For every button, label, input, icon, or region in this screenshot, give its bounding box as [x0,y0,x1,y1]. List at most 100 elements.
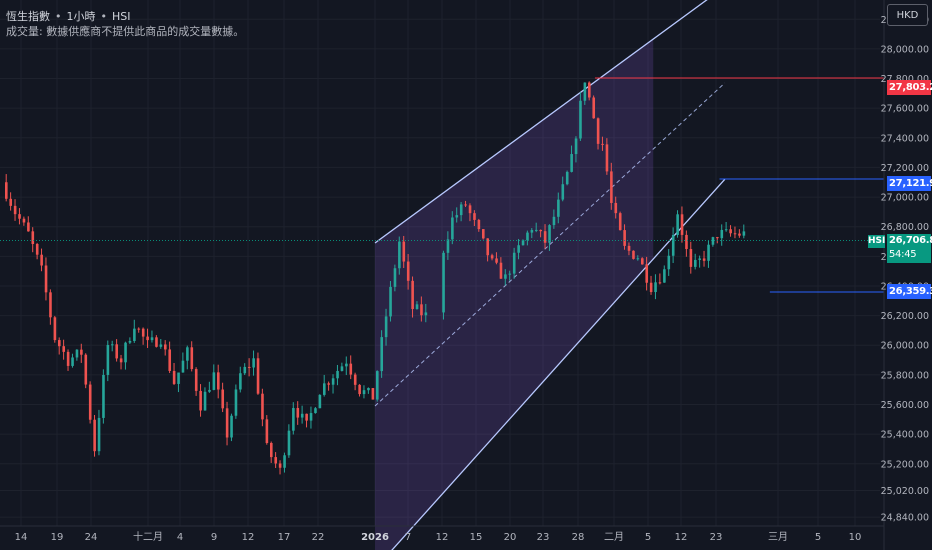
candle [230,413,233,442]
candle [685,230,688,257]
time-tick-label: 17 [278,532,291,543]
candle-body [305,413,308,421]
candle [358,384,361,397]
candle [318,394,322,409]
candle [194,367,198,396]
candle [159,338,163,349]
candle [658,273,662,285]
candle-body [512,252,516,274]
candle [733,226,737,239]
candle-body [367,388,370,391]
candle-body [247,366,251,368]
time-tick-label: 7 [405,532,411,543]
candle-body [168,349,172,371]
symbol-name: 恆生指數 [6,10,50,23]
currency-button[interactable]: HKD [887,4,928,26]
candle-body [610,171,613,203]
candle [119,354,123,370]
channel-fill [375,39,654,550]
candle [300,405,304,424]
time-tick-label: 二月 [604,531,624,543]
candle [565,170,569,186]
candle [309,406,313,429]
candle [155,335,158,348]
candle [274,452,278,468]
price-tick-label: 27,000.00 [881,193,929,204]
candle [13,199,17,221]
candle-body [596,118,600,144]
time-tick-label: 十二月 [133,530,163,543]
candle-body [234,389,238,416]
candle-body [588,82,591,98]
candle-body [393,268,397,287]
candle-body [172,370,176,384]
candle [327,381,331,391]
time-tick-label: 2026 [361,532,389,543]
time-tick-label: 12 [675,532,688,543]
candle [707,240,710,268]
candle-body [256,358,260,394]
candle [632,250,635,260]
candle-body [80,349,83,355]
time-axis[interactable]: 14 19 24 十二月 4 9 12 17 22 2026 7 12 15 20 23 28 二月 5 12 23 三… [0,525,884,543]
candle [239,366,242,393]
time-tick-label: 23 [710,532,723,543]
candle-body [217,372,220,390]
candle-body [102,374,105,418]
candle-body [221,389,225,409]
candle [40,248,43,272]
candle [362,385,366,399]
candle-body [614,202,618,214]
candle [150,330,154,343]
candle [345,356,348,376]
candle-body [278,463,282,468]
candle [164,340,167,356]
candle-body [243,366,247,374]
candle [172,363,176,386]
candle-body [164,344,167,350]
candle-body [742,231,746,236]
candle [115,339,119,362]
candle-body [636,258,640,260]
candle-body [557,199,560,217]
candle-body [261,393,264,420]
candle-body [729,229,732,234]
candle-body [40,254,43,266]
candle-body [676,214,679,235]
candle-body [199,390,202,411]
candle [278,460,282,475]
time-tick-label: 28 [572,532,585,543]
candle-body [711,237,715,245]
candle-body [658,282,662,284]
price-tick-label: 25,200.00 [881,459,929,470]
lower-line-price-label: 26,359.31 [887,284,932,299]
legend-separator-dot: • [55,10,62,23]
candle [252,350,255,376]
candle-body [13,205,17,215]
price-chart[interactable]: 28,200.0028,000.0027,800.0027,600.0027,4… [0,0,932,550]
candle-body [137,328,141,330]
candle-body [376,371,379,400]
candle-body [716,237,719,239]
upper-line-price-label: 27,803.27 [887,80,932,95]
candle [618,211,622,231]
candle-body [420,304,423,316]
candle-body [194,369,198,391]
candle [482,229,485,240]
candle-body [446,239,450,253]
candle [336,364,339,386]
candle [667,249,671,276]
candle [203,387,207,411]
interval-label: 1小時 [66,10,96,23]
candle [66,349,70,371]
candle [323,374,326,397]
price-tick-label: 26,000.00 [881,341,929,352]
legend-title-row[interactable]: 恆生指數 • 1小時 • HSI [6,9,244,24]
candle-body [570,154,573,172]
candle-body [318,394,322,409]
candle [186,345,189,370]
candle-body [685,234,688,250]
candle [654,274,657,300]
candle [592,95,596,119]
candle-body [265,419,269,444]
